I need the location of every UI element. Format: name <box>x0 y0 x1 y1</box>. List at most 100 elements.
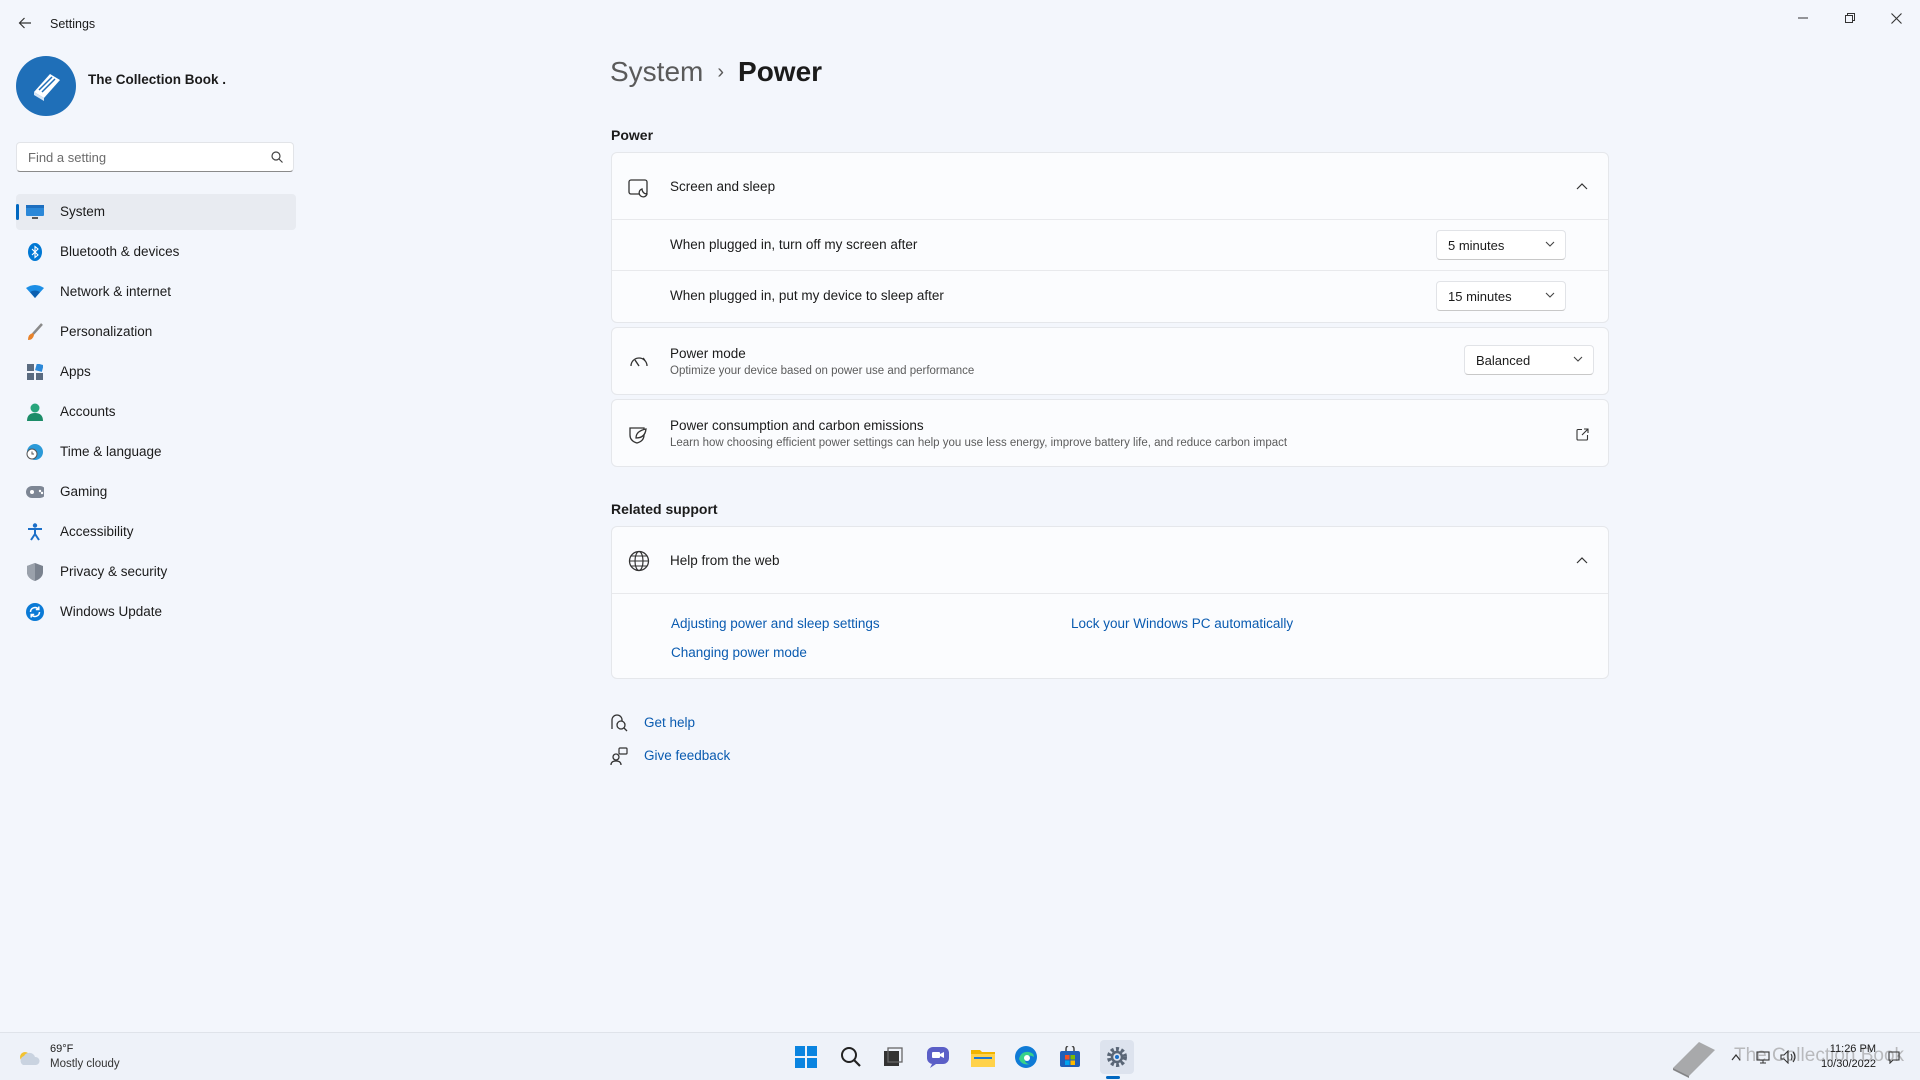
link-changing-power-mode[interactable]: Changing power mode <box>671 645 807 660</box>
clock[interactable]: 11:26 PM 10/30/2022 <box>1821 1042 1876 1072</box>
power-section-title: Power <box>611 127 654 143</box>
sidebar-item-windows-update[interactable]: Windows Update <box>16 594 296 630</box>
power-consumption-subtitle: Learn how choosing efficient power setti… <box>670 437 1288 449</box>
notification-icon[interactable] <box>1884 1044 1904 1070</box>
power-mode-icon <box>628 351 650 373</box>
monitor-icon <box>26 203 44 221</box>
wifi-icon <box>26 283 44 301</box>
power-consumption-title: Power consumption and carbon emissions <box>670 418 924 433</box>
chat-icon[interactable] <box>925 1044 951 1070</box>
link-lock-pc-automatically[interactable]: Lock your Windows PC automatically <box>1071 616 1293 631</box>
link-adjusting-power-sleep[interactable]: Adjusting power and sleep settings <box>671 616 880 631</box>
sidebar-nav: System Bluetooth & devices Network & int… <box>16 194 296 634</box>
clock-time: 11:26 PM <box>1829 1043 1876 1055</box>
give-feedback-link[interactable]: Give feedback <box>644 748 730 763</box>
close-button[interactable] <box>1881 8 1911 28</box>
close-icon <box>1890 12 1902 24</box>
chevron-down-icon <box>1573 356 1583 362</box>
book-watermark-icon <box>1668 1037 1720 1079</box>
book-icon <box>34 74 60 101</box>
search-icon[interactable] <box>838 1044 864 1070</box>
sidebar-item-accessibility[interactable]: Accessibility <box>16 514 296 550</box>
chevron-up-icon[interactable] <box>1574 552 1590 568</box>
task-view-icon[interactable] <box>880 1044 906 1070</box>
sidebar-item-personalization[interactable]: Personalization <box>16 314 296 350</box>
title-bar: Settings <box>0 0 1920 48</box>
file-explorer-icon[interactable] <box>970 1044 996 1070</box>
sleep-dropdown[interactable]: 15 minutes <box>1436 281 1566 311</box>
globe-icon <box>628 550 650 572</box>
related-section-title: Related support <box>611 501 718 517</box>
weather-desc: Mostly cloudy <box>50 1058 120 1070</box>
screen-sleep-card: Screen and sleep When plugged in, turn o… <box>611 152 1609 323</box>
sidebar-item-gaming[interactable]: Gaming <box>16 474 296 510</box>
chevron-down-icon <box>1545 241 1555 247</box>
back-button[interactable] <box>14 12 36 34</box>
taskbar: 69°F Mostly cloudy The Collection Book 1… <box>0 1032 1920 1080</box>
search-input[interactable] <box>26 149 260 166</box>
weather-cloud-icon[interactable] <box>16 1044 42 1070</box>
sidebar-item-bluetooth[interactable]: Bluetooth & devices <box>16 234 296 270</box>
breadcrumb-separator-icon: › <box>717 60 725 83</box>
sleep-label: When plugged in, put my device to sleep … <box>670 288 944 303</box>
app-title: Settings <box>50 17 96 31</box>
external-link-icon[interactable] <box>1574 426 1590 442</box>
network-tray-icon[interactable] <box>1754 1044 1774 1070</box>
breadcrumb: System › Power <box>610 56 822 88</box>
clock-date: 10/30/2022 <box>1820 1058 1876 1070</box>
feedback-icon <box>610 747 628 770</box>
power-mode-subtitle: Optimize your device based on power use … <box>670 365 975 377</box>
sidebar-item-apps[interactable]: Apps <box>16 354 296 390</box>
screen-off-label: When plugged in, turn off my screen afte… <box>670 237 918 252</box>
chevron-up-icon[interactable] <box>1574 178 1590 194</box>
back-arrow-icon <box>18 17 31 29</box>
help-web-header[interactable]: Help from the web <box>612 527 1608 593</box>
update-icon <box>26 603 44 621</box>
search-icon[interactable] <box>271 151 283 163</box>
minimize-button[interactable] <box>1788 8 1818 28</box>
store-icon[interactable] <box>1057 1044 1083 1070</box>
start-icon[interactable] <box>793 1044 819 1070</box>
profile-name: The Collection Book . <box>88 72 227 87</box>
edge-icon[interactable] <box>1013 1044 1039 1070</box>
bluetooth-icon <box>26 243 44 261</box>
globe-clock-icon <box>26 443 44 461</box>
screen-off-row: When plugged in, turn off my screen afte… <box>612 220 1608 270</box>
sidebar-item-accounts[interactable]: Accounts <box>16 394 296 430</box>
avatar <box>16 56 76 116</box>
power-mode-dropdown[interactable]: Balanced <box>1464 345 1594 375</box>
volume-icon[interactable] <box>1778 1044 1800 1070</box>
chevron-down-icon <box>1545 292 1555 298</box>
active-app-indicator <box>1106 1076 1120 1079</box>
weather-temp: 69°F <box>50 1043 74 1055</box>
power-consumption-card[interactable]: Power consumption and carbon emissions L… <box>611 399 1609 467</box>
sidebar-item-privacy-security[interactable]: Privacy & security <box>16 554 296 590</box>
restore-icon <box>1845 13 1855 23</box>
sidebar-item-time-language[interactable]: Time & language <box>16 434 296 470</box>
get-help-link[interactable]: Get help <box>644 715 695 730</box>
brush-icon <box>26 323 44 341</box>
sidebar-item-network[interactable]: Network & internet <box>16 274 296 310</box>
divider <box>612 593 1608 594</box>
screen-sleep-icon <box>628 177 650 199</box>
chevron-up-tray-icon[interactable] <box>1728 1044 1744 1070</box>
screen-sleep-title: Screen and sleep <box>670 179 776 194</box>
power-mode-title: Power mode <box>670 346 746 361</box>
page-title: Power <box>738 56 823 87</box>
screen-off-value: 5 minutes <box>1448 238 1505 253</box>
breadcrumb-parent[interactable]: System <box>610 56 703 88</box>
sidebar-item-system[interactable]: System <box>16 194 296 230</box>
screen-off-dropdown[interactable]: 5 minutes <box>1436 230 1566 260</box>
gamepad-icon <box>26 483 44 501</box>
help-web-title: Help from the web <box>670 553 780 568</box>
restore-button[interactable] <box>1835 8 1865 28</box>
screen-sleep-header[interactable]: Screen and sleep <box>612 153 1608 219</box>
profile-card[interactable]: The Collection Book . <box>16 56 296 118</box>
apps-icon <box>26 363 44 381</box>
settings-taskbar-icon[interactable] <box>1100 1040 1134 1074</box>
power-mode-card: Power mode Optimize your device based on… <box>611 327 1609 395</box>
minimize-icon <box>1798 17 1808 19</box>
search-box[interactable] <box>16 142 294 172</box>
person-icon <box>26 403 44 421</box>
shield-icon <box>26 563 44 581</box>
